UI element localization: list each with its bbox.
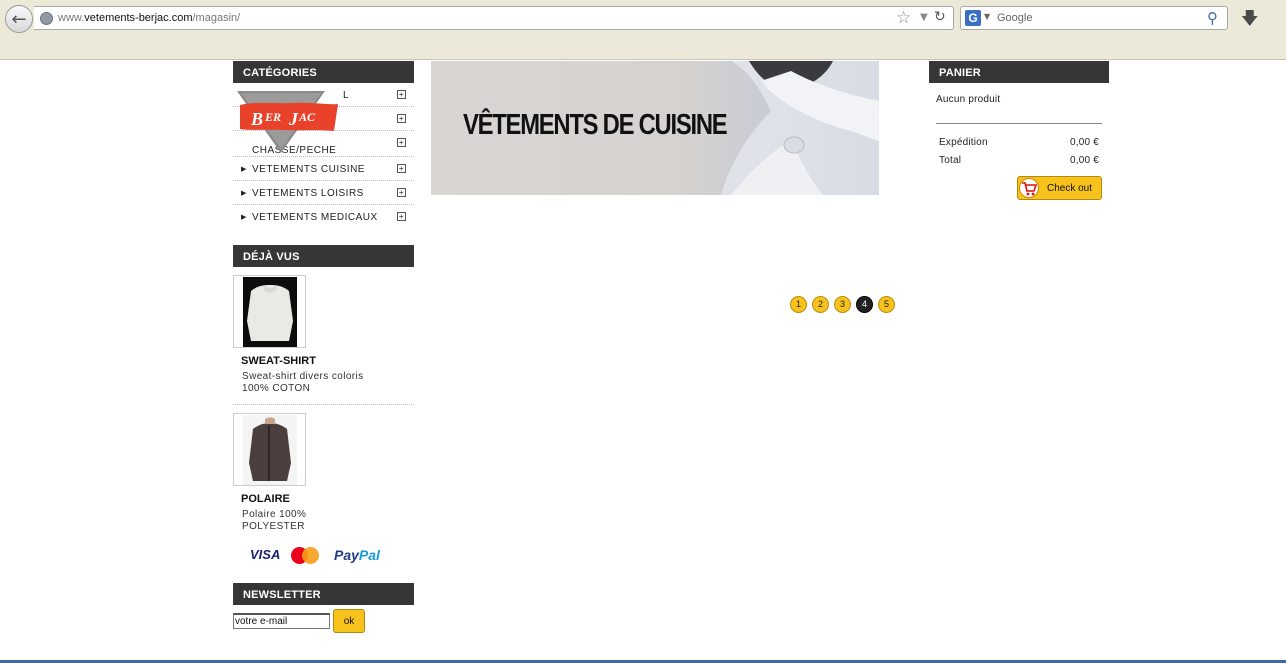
recently-viewed-title: DÉJÀ VUS [233, 245, 414, 267]
left-sidebar: CATÉGORIES L + + CHASSE/PECHE + ▶ VETEME… [233, 61, 414, 635]
shipping-label: Expédition [939, 137, 988, 148]
arrow-right-icon: ▶ [241, 165, 247, 173]
svg-text:B: B [250, 109, 263, 129]
page-dot-5[interactable]: 5 [878, 296, 895, 313]
viewed-product[interactable]: POLAIRE Polaire 100% POLYESTER [233, 405, 414, 543]
banner-title: VÊTEMENTS DE CUISINE [463, 109, 728, 141]
expand-icon[interactable]: + [397, 164, 406, 173]
globe-icon [40, 12, 53, 25]
newsletter-form: ok [233, 609, 414, 635]
search-input[interactable]: Google [997, 12, 1032, 24]
search-icon[interactable]: ⚲ [1207, 9, 1218, 27]
expand-icon[interactable]: + [397, 90, 406, 99]
page-dot-1[interactable]: 1 [790, 296, 807, 313]
main-content: VÊTEMENTS DE CUISINE 1 2 3 4 5 [431, 61, 895, 313]
page-dot-2[interactable]: 2 [812, 296, 829, 313]
banner[interactable]: VÊTEMENTS DE CUISINE [431, 61, 879, 195]
newsletter-title: NEWSLETTER [233, 583, 414, 605]
divider [936, 123, 1102, 124]
category-label[interactable]: VETEMENTS MEDICAUX [252, 212, 378, 223]
payment-logos: VISA PayPal [233, 543, 414, 583]
total-value: 0,00 € [1069, 155, 1099, 166]
page-content: CATÉGORIES L + + CHASSE/PECHE + ▶ VETEME… [0, 61, 1286, 663]
download-icon[interactable]: 🡇 [1241, 6, 1258, 35]
chevron-down-icon[interactable]: ▼ [984, 12, 990, 21]
visa-logo: VISA [250, 547, 281, 562]
chevron-down-icon[interactable]: ▼ [920, 12, 928, 23]
expand-icon[interactable]: + [397, 114, 406, 123]
category-item[interactable]: ▶ VETEMENTS CUISINE + [233, 157, 414, 181]
expand-icon[interactable]: + [397, 212, 406, 221]
svg-text:J: J [288, 109, 299, 129]
arrow-right-icon: ▶ [241, 189, 247, 197]
banner-pagination: 1 2 3 4 5 [790, 296, 895, 313]
category-label[interactable]: VETEMENTS CUISINE [252, 164, 365, 175]
svg-text:AC: AC [298, 110, 316, 124]
shipping-value: 0,00 € [1069, 137, 1099, 148]
expand-icon[interactable]: + [397, 138, 406, 147]
newsletter-email-input[interactable] [233, 613, 330, 629]
product-image[interactable] [233, 275, 306, 348]
product-description: Polaire 100% POLYESTER [242, 509, 307, 532]
category-item[interactable]: ▶ VETEMENTS MEDICAUX + [233, 205, 414, 229]
category-label[interactable]: VETEMENTS LOISIRS [252, 188, 364, 199]
svg-text:ER: ER [264, 110, 281, 124]
mastercard-logo [291, 547, 319, 564]
page-dot-3[interactable]: 3 [834, 296, 851, 313]
category-list: L + + CHASSE/PECHE + ▶ VETEMENTS CUISINE… [233, 83, 414, 229]
address-bar[interactable]: www.vetements-berjac.com/magasin/ ☆ ▼ ↻ [34, 6, 954, 30]
product-name[interactable]: POLAIRE [241, 493, 414, 505]
product-image[interactable] [233, 413, 306, 486]
newsletter-submit-button[interactable]: ok [333, 609, 365, 633]
berjac-logo[interactable]: B ER J AC [237, 91, 341, 155]
checkout-label: Check out [1047, 183, 1093, 194]
browser-toolbar: ← www.vetements-berjac.com/magasin/ ☆ ▼ … [0, 0, 1286, 60]
total-row: Total 0,00 € [939, 155, 1099, 166]
google-icon[interactable]: G [965, 10, 981, 26]
search-bar[interactable]: G ▼ Google ⚲ [960, 6, 1228, 30]
paypal-logo: PayPal [334, 547, 380, 563]
expand-icon[interactable]: + [397, 188, 406, 197]
categories-title: CATÉGORIES [233, 61, 414, 83]
page-dot-4[interactable]: 4 [856, 296, 873, 313]
back-arrow-icon[interactable]: ← [5, 5, 33, 33]
total-label: Total [939, 155, 962, 166]
reload-icon[interactable]: ↻ [934, 9, 946, 25]
product-description: Sweat-shirt divers coloris 100% COTON [242, 371, 364, 394]
product-name[interactable]: SWEAT-SHIRT [241, 355, 414, 367]
viewed-product[interactable]: SWEAT-SHIRT Sweat-shirt divers coloris 1… [233, 267, 414, 405]
arrow-right-icon: ▶ [241, 213, 247, 221]
cart-empty-text: Aucun produit [936, 94, 1001, 105]
recently-viewed: DÉJÀ VUS SWEAT-SHIRT Sweat-shirt divers … [233, 245, 414, 543]
cart-title: PANIER [929, 61, 1109, 83]
bookmark-star-icon[interactable]: ☆ [896, 8, 911, 28]
cart-block: PANIER Aucun produit Expédition 0,00 € T… [929, 61, 1109, 200]
category-label[interactable]: L [343, 90, 349, 101]
url-text[interactable]: www.vetements-berjac.com/magasin/ [58, 12, 240, 24]
shipping-row: Expédition 0,00 € [939, 137, 1099, 148]
checkout-button[interactable]: Check out [1017, 176, 1102, 200]
category-item[interactable]: ▶ VETEMENTS LOISIRS + [233, 181, 414, 205]
shopping-cart-icon [1019, 178, 1039, 198]
